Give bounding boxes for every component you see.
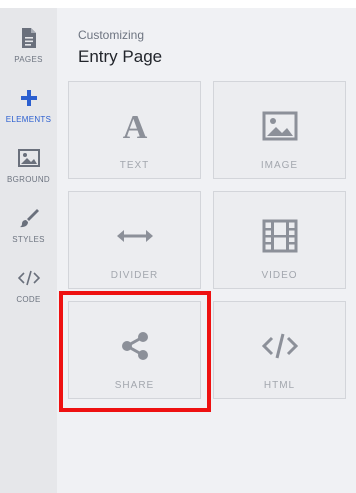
svg-text:A: A [122,109,147,143]
page-title: Entry Page [78,47,163,66]
sidebar-item-bground[interactable]: BGROUND [0,146,57,206]
divider-icon [115,216,155,256]
element-tile-image[interactable]: IMAGE [213,81,346,179]
text-icon: A [115,106,155,146]
sidebar-item-label: CODE [16,295,41,304]
element-tile-divider[interactable]: DIVIDER [68,191,201,289]
element-tile-share[interactable]: SHARE [68,301,201,399]
panel-subtitle: Customizing [78,28,145,42]
sidebar-rail: PAGES ELEMENTS BGROUND STYLES CODE [0,8,57,493]
sidebar-item-label: PAGES [14,55,43,64]
tile-label: DIVIDER [110,270,159,281]
image-icon [17,146,41,170]
tile-label: VIDEO [261,270,298,281]
app-window: PAGES ELEMENTS BGROUND STYLES CODE Custo… [0,8,356,493]
sidebar-item-label: ELEMENTS [5,115,52,124]
tile-label: HTML [263,380,296,391]
element-tile-video[interactable]: VIDEO [213,191,346,289]
sidebar-item-label: BGROUND [7,175,50,184]
share-icon [115,326,155,366]
elements-panel: Customizing Entry Page A TEXT IMAGE DIVI… [57,8,356,493]
sidebar-item-code[interactable]: CODE [0,266,57,326]
image-icon [260,106,300,146]
brush-icon [17,206,41,230]
film-icon [260,216,300,256]
tile-label: SHARE [114,380,155,391]
sidebar-item-styles[interactable]: STYLES [0,206,57,266]
code-icon [260,326,300,366]
element-tile-html[interactable]: HTML [213,301,346,399]
page-icon [17,26,41,50]
plus-icon [17,86,41,110]
tile-label: TEXT [119,160,150,171]
element-tile-text[interactable]: A TEXT [68,81,201,179]
sidebar-item-label: STYLES [12,235,45,244]
sidebar-item-pages[interactable]: PAGES [0,26,57,86]
code-icon [17,266,41,290]
tile-label: IMAGE [260,160,299,171]
sidebar-item-elements[interactable]: ELEMENTS [0,86,57,146]
